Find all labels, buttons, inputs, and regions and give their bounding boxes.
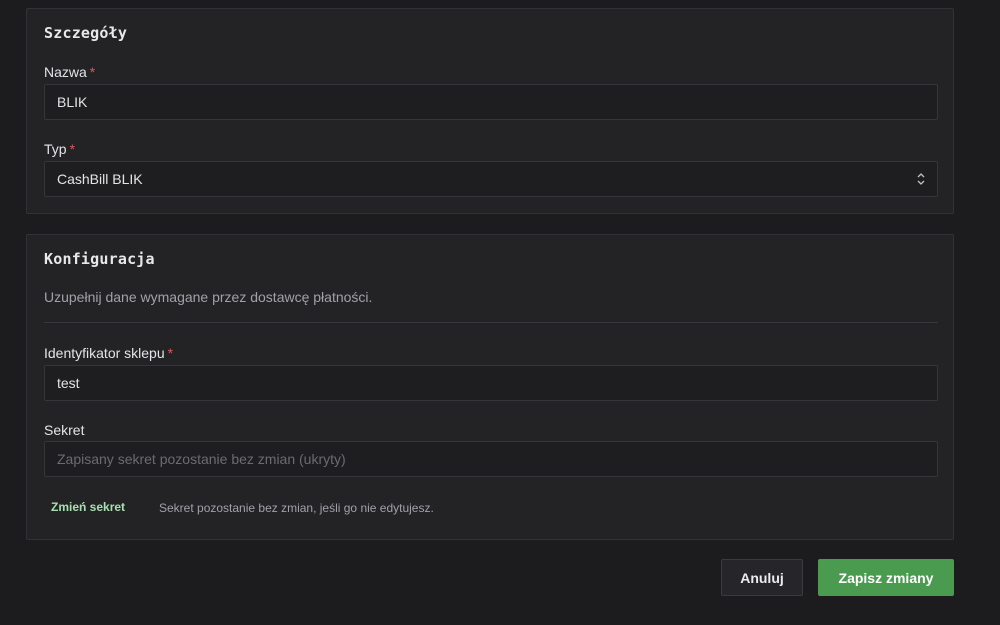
secret-label: Sekret <box>44 422 85 438</box>
secret-input[interactable] <box>44 441 938 477</box>
required-mark: * <box>89 64 96 80</box>
details-title: Szczegóły <box>44 24 128 42</box>
chevron-up-down-icon <box>917 173 925 185</box>
shop-id-label: Identyfikator sklepu * <box>44 345 173 361</box>
cancel-button[interactable]: Anuluj <box>721 559 803 596</box>
config-description: Uzupełnij dane wymagane przez dostawcę p… <box>44 289 373 305</box>
shop-id-input[interactable] <box>44 365 938 401</box>
name-label: Nazwa * <box>44 64 95 80</box>
type-select-value: CashBill BLIK <box>57 171 143 187</box>
type-label: Typ * <box>44 141 75 157</box>
name-label-text: Nazwa <box>44 64 87 80</box>
required-mark: * <box>167 345 174 361</box>
config-card: Konfiguracja Uzupełnij dane wymagane prz… <box>26 234 954 540</box>
shop-id-label-text: Identyfikator sklepu <box>44 345 165 361</box>
config-title: Konfiguracja <box>44 250 155 268</box>
config-divider <box>44 322 938 323</box>
type-select[interactable]: CashBill BLIK <box>44 161 938 197</box>
change-secret-button[interactable]: Zmień sekret <box>51 500 125 514</box>
name-input[interactable] <box>44 84 938 120</box>
type-label-text: Typ <box>44 141 67 157</box>
save-button[interactable]: Zapisz zmiany <box>818 559 954 596</box>
details-card: Szczegóły Nazwa* Typ* CashBill BLIK <box>26 8 954 214</box>
secret-hint: Sekret pozostanie bez zmian, jeśli go ni… <box>159 501 434 515</box>
required-mark: * <box>69 141 76 157</box>
